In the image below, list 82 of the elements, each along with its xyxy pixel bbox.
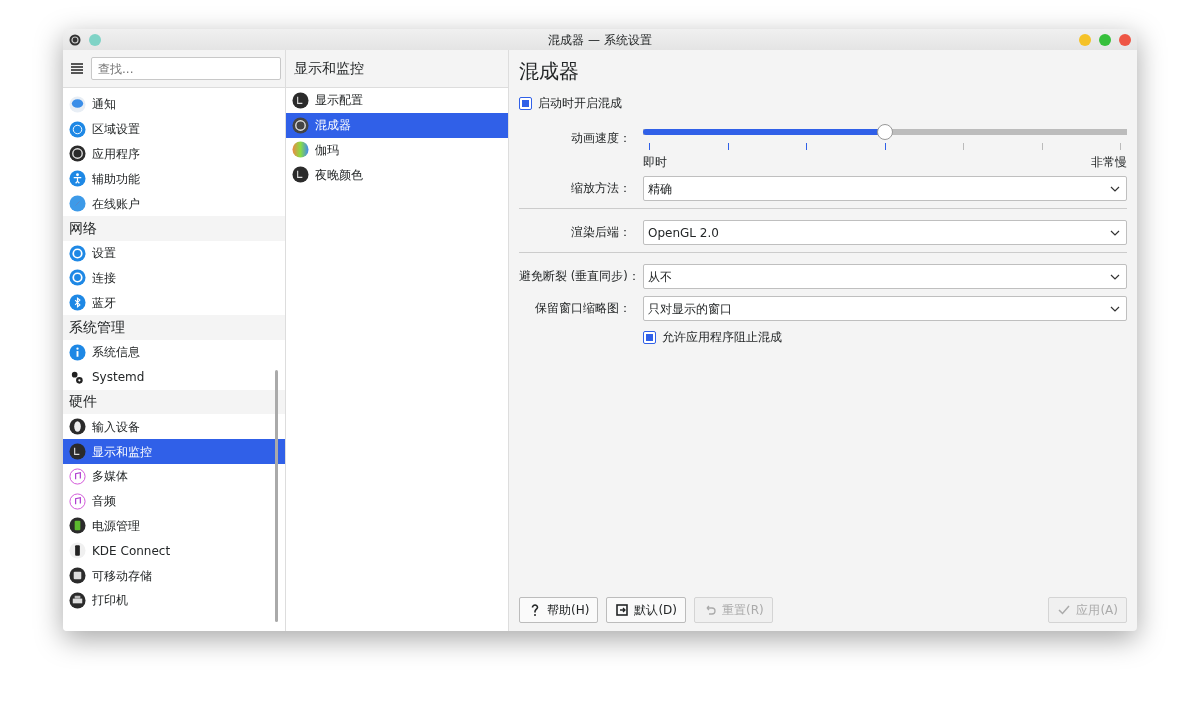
close-button[interactable] <box>1119 33 1131 46</box>
person-icon <box>69 170 86 188</box>
field-label: 动画速度： <box>570 130 631 148</box>
chevron-down-icon <box>1110 185 1120 192</box>
window-title: 混成器 — 系统设置 <box>548 31 652 49</box>
slider-thumb[interactable] <box>877 124 893 140</box>
checkbox-label: 启动时开启混成 <box>538 95 622 112</box>
music-note-icon <box>69 467 86 485</box>
defaults-button[interactable]: 默认(D) <box>606 597 686 623</box>
tick-mark <box>963 143 964 150</box>
subpanel-item[interactable]: 混成器 <box>286 112 508 138</box>
sidebar-item[interactable]: 连接 <box>63 265 285 291</box>
sidebar-item[interactable]: 音频 <box>63 488 285 514</box>
gear-icon <box>292 116 309 134</box>
chevron-down-icon <box>1110 305 1120 312</box>
slider-min-label: 即时 <box>643 154 667 171</box>
tick-mark <box>649 143 650 150</box>
sidebar-item[interactable]: 电源管理 <box>63 513 285 539</box>
sidebar-item[interactable]: 通知 <box>63 92 285 117</box>
tick-mark <box>884 143 886 150</box>
sidebar-item[interactable]: 打印机 <box>63 587 285 613</box>
subpanel-item[interactable]: 显示配置 <box>286 88 508 113</box>
tick-mark <box>806 143 807 150</box>
sidebar-item[interactable]: 蓝牙 <box>63 290 285 316</box>
gear-icon <box>69 244 86 262</box>
maximize-button[interactable] <box>1099 33 1111 46</box>
dropdown[interactable]: 从不 <box>643 264 1127 289</box>
tick-mark <box>1120 143 1121 150</box>
tick-mark <box>727 143 729 150</box>
music-note-icon <box>69 492 86 510</box>
sidebar-item[interactable]: 设置 <box>63 240 285 266</box>
checkbox[interactable] <box>643 330 656 344</box>
help-button[interactable]: 帮助(H) <box>519 597 599 623</box>
checkbox-label: 允许应用程序阻止混成 <box>662 329 782 346</box>
gear-icon <box>69 145 86 163</box>
gear-icon <box>69 269 86 287</box>
dropdown[interactable]: 只对显示的窗口 <box>643 296 1127 321</box>
drive-icon <box>69 567 86 585</box>
sidebar-item[interactable]: 区域设置 <box>63 116 285 142</box>
color-wheel-icon <box>292 141 309 159</box>
field-label: 保留窗口缩略图： <box>534 299 631 317</box>
sidebar-item[interactable]: 显示和监控 <box>63 439 285 464</box>
field-label: 缩放方法： <box>570 179 631 197</box>
menu-icon[interactable] <box>71 63 83 74</box>
chevron-down-icon <box>1110 229 1120 236</box>
section-header: 系统管理 <box>63 315 285 340</box>
sidebar-item[interactable]: 系统信息 <box>63 339 285 365</box>
sidebar-item[interactable]: 可移动存储 <box>63 563 285 588</box>
battery-icon <box>69 517 86 535</box>
display-icon <box>69 443 86 461</box>
bluetooth-icon <box>69 294 86 312</box>
printer-icon <box>69 591 86 609</box>
sidebar-item[interactable]: 多媒体 <box>63 463 285 489</box>
dropdown[interactable]: 精确 <box>643 176 1127 201</box>
sidebar-item[interactable]: Systemd <box>63 364 285 390</box>
page-title: 混成器 <box>519 58 580 84</box>
sidebar-item[interactable]: 输入设备 <box>63 414 285 440</box>
chevron-down-icon <box>1110 273 1120 280</box>
dropdown[interactable]: OpenGL 2.0 <box>643 220 1127 245</box>
display-icon <box>292 91 309 109</box>
checkbox[interactable] <box>519 96 532 110</box>
sidebar-item[interactable]: 在线账户 <box>63 191 285 216</box>
app-icon <box>69 33 81 46</box>
info-icon <box>69 343 86 361</box>
subpanel-item[interactable]: 伽玛 <box>286 137 508 163</box>
field-label: 渲染后端： <box>570 223 631 241</box>
tick-mark <box>1041 143 1043 150</box>
sidebar-item[interactable]: 辅助功能 <box>63 166 285 192</box>
phone-icon <box>69 542 86 560</box>
search-field[interactable]: 查找... <box>91 57 281 80</box>
section-header: 硬件 <box>63 389 285 415</box>
section-header: 网络 <box>63 216 285 241</box>
subpanel-item[interactable]: 夜晚颜色 <box>286 162 508 188</box>
checkmark-icon <box>1057 603 1072 617</box>
display-icon <box>292 166 309 184</box>
slider-max-label: 非常慢 <box>1091 154 1127 171</box>
sidebar-item[interactable]: 应用程序 <box>63 141 285 167</box>
panel-title: 显示和监控 <box>294 59 364 78</box>
sidebar-item[interactable]: KDE Connect <box>63 538 285 564</box>
chat-bubble-icon <box>69 95 86 113</box>
mouse-icon <box>69 418 86 436</box>
scrollbar[interactable] <box>275 370 278 622</box>
